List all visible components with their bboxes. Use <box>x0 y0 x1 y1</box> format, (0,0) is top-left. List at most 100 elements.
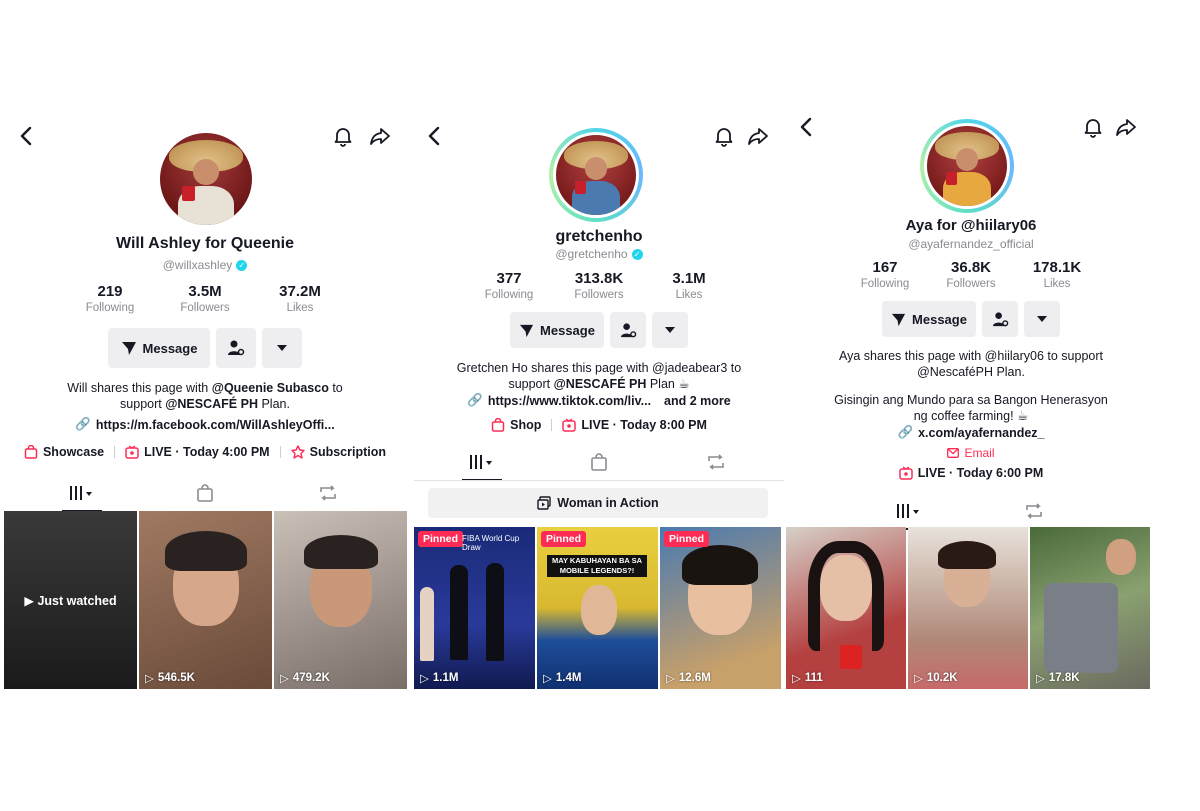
avatar-story-ring[interactable] <box>920 119 1014 213</box>
video-figure <box>486 563 504 661</box>
stat-following[interactable]: 167 Following <box>842 259 928 290</box>
video-caption: MAY KABUHAYAN BA SA MOBILE LEGENDS?! <box>547 555 647 577</box>
view-count-text: 17.8K <box>1048 672 1080 684</box>
add-friend-button[interactable] <box>216 328 256 368</box>
grid-icon <box>896 504 919 518</box>
view-count: ▷ 1.1M <box>420 671 458 685</box>
share-icon[interactable] <box>368 124 392 148</box>
bell-icon[interactable] <box>712 124 736 148</box>
avatar-story-ring[interactable] <box>549 128 643 222</box>
pinned-badge: Pinned <box>418 531 464 547</box>
stat-value: 3.5M <box>188 283 222 300</box>
play-icon: ▷ <box>666 673 675 685</box>
live-schedule[interactable]: LIVE · Today 6:00 PM <box>899 466 1043 480</box>
link-text: https://m.facebook.com/WillAshleyOffi... <box>95 417 335 432</box>
tab-videos[interactable] <box>460 449 504 481</box>
tab-reposts[interactable] <box>306 480 350 506</box>
tab-shop[interactable] <box>577 449 621 475</box>
video-thumbnail[interactable]: ▷ 10.2K <box>908 527 1028 689</box>
stats-row: 167 Following 36.8K Followers 178.1K Lik… <box>786 259 1156 290</box>
video-thumbnail[interactable]: ▷ 546.5K <box>139 511 272 689</box>
video-thumbnail[interactable]: ▷ 479.2K <box>274 511 407 689</box>
add-friend-button[interactable] <box>610 312 646 348</box>
share-icon[interactable] <box>1114 115 1138 139</box>
share-icon[interactable] <box>746 124 770 148</box>
video-grid: ▷ 111 ▷ 10.2K ▷ 17.8K <box>786 527 1150 689</box>
bio-text: support <box>508 377 554 391</box>
mention-nescafe[interactable]: @NESCAFÉ PH <box>165 397 258 411</box>
stat-likes[interactable]: 37.2M Likes <box>253 283 348 314</box>
stat-followers[interactable]: 313.8K Followers <box>554 270 644 301</box>
user-settings-icon <box>620 322 636 337</box>
play-icon: ▷ <box>792 673 801 685</box>
stat-value: 3.1M <box>672 270 706 287</box>
profile-link[interactable]: 🔗 https://www.tiktok.com/liv... and 2 mo… <box>414 393 784 408</box>
bio-text: to <box>328 381 343 395</box>
live-icon <box>562 418 577 432</box>
just-watched-text: Just watched <box>37 594 117 608</box>
showcase-label: Showcase <box>42 445 105 459</box>
mention-queenie[interactable]: @Queenie Subasco <box>212 381 329 395</box>
stat-following[interactable]: 219 Following <box>63 283 158 314</box>
view-count: ▷ 12.6M <box>666 671 711 685</box>
video-thumbnail[interactable]: MAY KABUHAYAN BA SA MOBILE LEGENDS?! Pin… <box>537 527 658 689</box>
stat-value: 178.1K <box>1032 259 1082 276</box>
live-schedule[interactable]: LIVE · Today 4:00 PM <box>125 445 270 459</box>
handle-text: @willxashley <box>162 258 233 272</box>
stat-following[interactable]: 377 Following <box>464 270 554 301</box>
subscription-link[interactable]: Subscription <box>290 445 386 459</box>
back-arrow-icon[interactable] <box>14 124 38 148</box>
email-label: Email <box>964 446 995 460</box>
live-label: LIVE · Today 4:00 PM <box>144 445 270 459</box>
video-thumbnail[interactable]: Pinned ▷ 12.6M <box>660 527 781 689</box>
tab-shop[interactable] <box>183 480 227 506</box>
tab-reposts[interactable] <box>694 449 738 475</box>
view-count: ▷ 10.2K <box>914 671 958 685</box>
stat-followers[interactable]: 3.5M Followers <box>158 283 253 314</box>
back-arrow-icon[interactable] <box>422 124 446 148</box>
bio: Aya shares this page with @hiilary06 to … <box>786 348 1156 424</box>
profile-link[interactable]: 🔗 x.com/ayafernandez_ <box>786 425 1156 440</box>
stat-likes[interactable]: 3.1M Likes <box>644 270 734 301</box>
video-thumbnail[interactable]: ▷ 17.8K <box>1030 527 1150 689</box>
link-more[interactable]: and 2 more <box>664 394 731 408</box>
live-schedule[interactable]: LIVE · Today 8:00 PM <box>562 418 707 432</box>
stat-value: 167 <box>872 259 898 276</box>
stat-followers[interactable]: 36.8K Followers <box>928 259 1014 290</box>
divider <box>279 446 281 458</box>
handle: @ayafernandez_official <box>786 237 1156 251</box>
playlist-button[interactable]: Woman in Action <box>428 488 768 518</box>
action-buttons: Message <box>0 328 410 368</box>
shop-link[interactable]: Shop <box>491 418 541 432</box>
email-icon <box>947 448 960 458</box>
back-arrow-icon[interactable] <box>794 115 818 139</box>
video-thumbnail[interactable]: ▷ 111 <box>786 527 906 689</box>
grid-icon <box>69 486 92 500</box>
tab-reposts[interactable] <box>1012 498 1056 524</box>
more-dropdown-button[interactable] <box>262 328 302 368</box>
stat-label: Followers <box>946 278 996 290</box>
video-mug <box>840 645 862 669</box>
profile-link[interactable]: 🔗 https://m.facebook.com/WillAshleyOffi.… <box>0 417 410 432</box>
video-hair <box>938 541 996 569</box>
message-button[interactable]: Message <box>510 312 604 348</box>
tab-videos[interactable] <box>60 480 104 512</box>
add-friend-button[interactable] <box>982 301 1018 337</box>
showcase-link[interactable]: Showcase <box>24 445 104 459</box>
more-dropdown-button[interactable] <box>1024 301 1060 337</box>
mention-nescafe[interactable]: @NESCAFÉ PH <box>554 377 647 391</box>
bell-icon[interactable] <box>1081 115 1105 139</box>
more-dropdown-button[interactable] <box>652 312 688 348</box>
bag-icon <box>591 453 607 471</box>
view-count-text: 546.5K <box>157 672 195 684</box>
stat-likes[interactable]: 178.1K Likes <box>1014 259 1100 290</box>
message-button[interactable]: Message <box>108 328 210 368</box>
bell-icon[interactable] <box>331 124 355 148</box>
message-button[interactable]: Message <box>882 301 976 337</box>
tab-videos[interactable] <box>887 498 931 530</box>
video-thumbnail[interactable]: Pinned FIBA World Cup Draw ▷ 1.1M <box>414 527 535 689</box>
video-thumbnail[interactable]: ▶ Just watched <box>4 511 137 689</box>
bio-spacer <box>786 380 1156 392</box>
user-settings-icon <box>228 340 245 356</box>
email-link[interactable]: Email <box>786 446 1156 460</box>
